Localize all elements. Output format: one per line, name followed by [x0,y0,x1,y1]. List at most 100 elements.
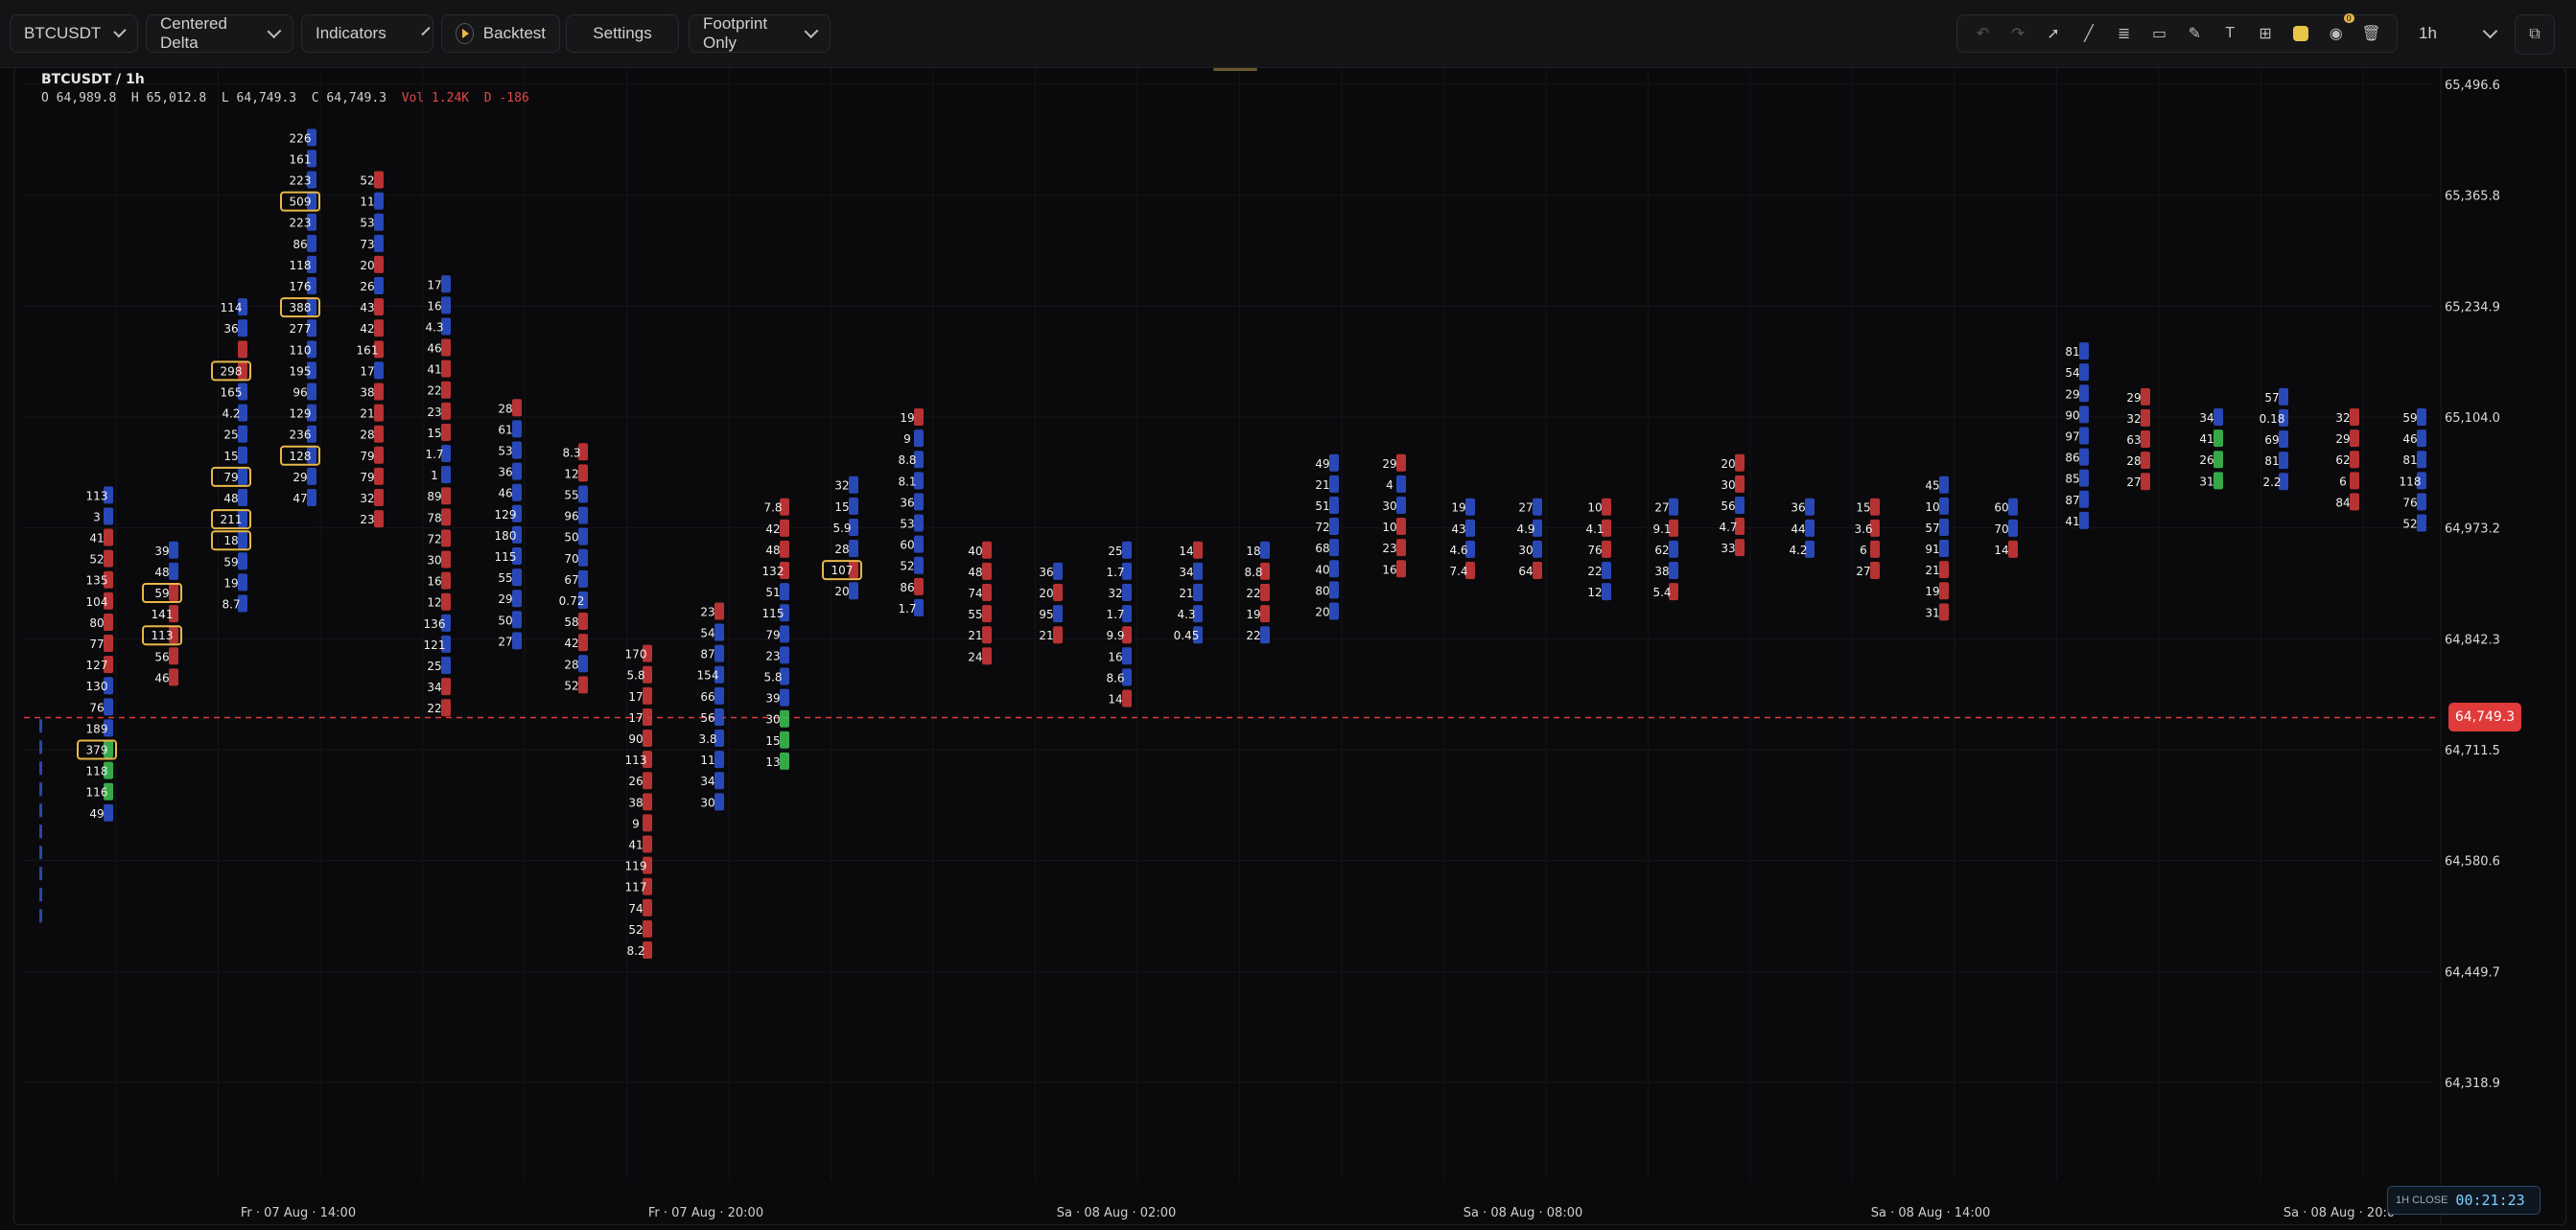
footprint-cell [2213,408,2223,427]
fib-icon[interactable]: ≣ [2114,23,2135,44]
footprint-cell [643,793,652,811]
footprint-value: 223 [290,174,312,188]
trendline-icon[interactable]: ╱ [2078,23,2099,44]
footprint-value: 27 [1518,501,1533,515]
footprint-cell [578,634,588,652]
footprint-value: 55 [968,608,982,621]
footprint-value: 57 [1925,522,1939,535]
cursor-icon[interactable]: ➚ [2043,23,2064,44]
footprint-cell [307,489,316,507]
grid-icon[interactable]: ⊞ [2255,23,2276,44]
footprint-value: 17 [360,364,374,378]
volume-profile-tick [39,846,42,860]
settings-button[interactable]: Settings [566,14,679,53]
footprint-value: 25 [427,660,441,673]
time-axis-label: Sa · 08 Aug · 08:00 [1464,1206,1583,1220]
trash-icon[interactable]: 🗑 [2361,23,2382,44]
footprint-cell [512,441,522,459]
footprint-cell [2350,472,2359,490]
indicators-button[interactable]: Indicators [301,14,433,53]
footprint-value: 115 [495,550,517,564]
footprint-value: 4.1 [1585,522,1604,536]
footprint-value: 74 [628,902,643,916]
footprint-cell [1735,453,1745,472]
footprint-value: 50 [498,614,512,627]
footprint-value: 90 [628,732,643,746]
undo-icon[interactable]: ↶ [1972,23,1993,44]
time-axis-label: Sa · 08 Aug · 14:00 [1871,1206,1991,1220]
footprint-value: 14 [1994,544,2008,557]
time-axis-label: Sa · 08 Aug · 02:00 [1057,1206,1177,1220]
price-axis-label: 64,842.3 [2445,633,2500,647]
volume-profile-tick [39,740,42,754]
footprint-cell [1193,584,1203,602]
footprint-cell [2350,429,2359,448]
backtest-button[interactable]: Backtest [441,14,560,53]
footprint-cell [104,613,113,631]
delta-mode-select[interactable]: Centered Delta [146,14,293,53]
footprint-cell [374,510,384,528]
footprint-value: 19 [1246,608,1260,621]
camera-icon[interactable]: ⧉ [2515,14,2555,55]
footprint-chart[interactable]: 65,496.6 65,365.8 65,234.9 65,104.0 64,973.2… [13,67,2566,1225]
footprint-value: 14 [1179,545,1193,558]
footprint-cell [2079,363,2089,382]
color-swatch-icon[interactable] [2290,23,2311,44]
footprint-value: 79 [360,450,374,463]
text-icon[interactable]: T [2219,23,2240,44]
volume-profile-tick [39,719,42,733]
footprint-cell [578,464,588,482]
footprint-value: 7.8 [763,501,782,515]
footprint-select[interactable]: Footprint Only [689,14,831,53]
eye-icon[interactable]: ◉ 0 [2326,13,2354,44]
volume-profile-tick [39,888,42,902]
footprint-value: 27 [1654,501,1669,515]
footprint-cell [1260,584,1270,602]
chevron-down-icon [267,24,282,38]
footprint-value: 4.7 [1719,521,1737,534]
redo-icon[interactable]: ↷ [2007,23,2028,44]
footprint-cell [2417,493,2426,511]
footprint-cell [374,213,384,231]
rectangle-icon[interactable]: ▭ [2149,23,2170,44]
footprint-cell [1669,540,1678,558]
footprint-value: 107 [831,564,854,577]
footprint-cell [1939,603,1949,621]
footprint-value: 14 [1108,692,1122,706]
footprint-value: 8.7 [222,597,240,611]
footprint-value: 41 [628,839,643,852]
pencil-icon[interactable]: ✎ [2184,23,2205,44]
chart-drag-handle[interactable] [1213,68,1257,71]
footprint-value: 41 [2199,432,2213,446]
footprint-value: 21 [360,407,374,421]
footprint-cell [2213,451,2223,469]
symbol-select[interactable]: BTCUSDT [10,14,138,53]
footprint-cell [238,552,247,570]
footprint-cell [374,404,384,422]
footprint-value: 1.7 [425,448,443,461]
footprint-cell [1602,562,1611,580]
footprint-value: 15 [1856,501,1870,515]
footprint-value: 32 [360,492,374,505]
footprint-value: 21 [1315,478,1329,492]
footprint-cell [1735,475,1745,493]
timeframe-select[interactable]: 1h [2409,14,2505,53]
footprint-cell [441,592,451,611]
footprint-value: 23 [427,406,441,419]
footprint-cell [914,556,924,574]
footprint-value: 39 [765,692,780,706]
footprint-cell [2141,452,2150,470]
footprint-cell [982,647,992,665]
chart-canvas[interactable]: 65,496.6 65,365.8 65,234.9 65,104.0 64,973.2… [14,68,2565,1224]
footprint-value: 31 [1925,606,1939,619]
footprint-cell [1193,541,1203,559]
footprint-value: 8.1 [898,475,916,488]
footprint-value: 1 [431,469,438,482]
footprint-cell [780,688,789,707]
footprint-value: 27 [498,635,512,648]
footprint-cell [1602,583,1611,601]
footprint-value: 117 [625,881,647,894]
settings-label: Settings [593,24,652,42]
footprint-cell [578,569,588,588]
footprint-cell [1193,562,1203,580]
